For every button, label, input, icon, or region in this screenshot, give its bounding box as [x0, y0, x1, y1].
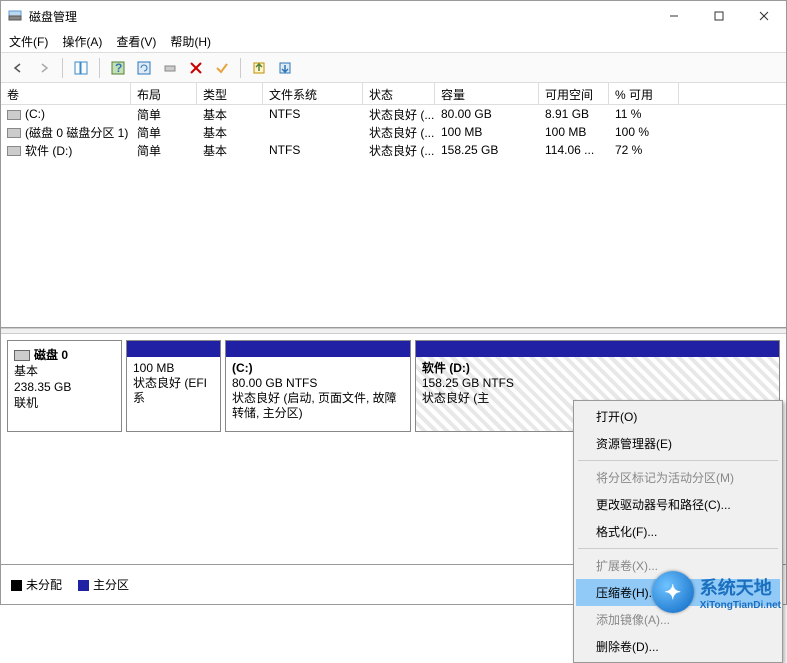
column-headers: 卷 布局 类型 文件系统 状态 容量 可用空间 % 可用: [1, 83, 786, 105]
cm-change-letter[interactable]: 更改驱动器号和路径(C)...: [576, 491, 780, 518]
col-status[interactable]: 状态: [363, 83, 435, 104]
disk-top-icon[interactable]: [248, 57, 270, 79]
cm-separator: [578, 460, 778, 461]
context-menu: 打开(O) 资源管理器(E) 将分区标记为活动分区(M) 更改驱动器号和路径(C…: [573, 400, 783, 663]
partition-bar: [127, 341, 220, 357]
volume-list: 卷 布局 类型 文件系统 状态 容量 可用空间 % 可用 (C:) 简单 基本 …: [1, 83, 786, 328]
minimize-button[interactable]: [651, 2, 696, 30]
svg-text:?: ?: [115, 61, 122, 75]
drive-icon: [7, 146, 21, 156]
legend-unallocated: 未分配: [11, 576, 62, 593]
apply-icon[interactable]: [211, 57, 233, 79]
volume-row[interactable]: 软件 (D:) 简单 基本 NTFS 状态良好 (... 158.25 GB 1…: [1, 141, 786, 159]
cm-open[interactable]: 打开(O): [576, 403, 780, 430]
disk-bottom-icon[interactable]: [274, 57, 296, 79]
settings-icon[interactable]: [159, 57, 181, 79]
window-title: 磁盘管理: [29, 8, 651, 25]
col-type[interactable]: 类型: [197, 83, 263, 104]
volume-row[interactable]: (磁盘 0 磁盘分区 1) 简单 基本 状态良好 (... 100 MB 100…: [1, 123, 786, 141]
maximize-button[interactable]: [696, 2, 741, 30]
col-free[interactable]: 可用空间: [539, 83, 609, 104]
disk-label[interactable]: 磁盘 0 基本 238.35 GB 联机: [7, 340, 122, 432]
forward-button[interactable]: [33, 57, 55, 79]
partition-c[interactable]: (C:) 80.00 GB NTFS 状态良好 (启动, 页面文件, 故障转储,…: [225, 340, 411, 432]
drive-icon: [7, 128, 21, 138]
col-capacity[interactable]: 容量: [435, 83, 539, 104]
delete-icon[interactable]: [185, 57, 207, 79]
partition-bar: [416, 341, 779, 357]
app-icon: [7, 8, 23, 24]
menu-file[interactable]: 文件(F): [9, 33, 48, 50]
view-layout-icon[interactable]: [70, 57, 92, 79]
partition-efi[interactable]: 100 MB 状态良好 (EFI 系: [126, 340, 221, 432]
menubar: 文件(F) 操作(A) 查看(V) 帮助(H): [1, 31, 786, 53]
cm-delete[interactable]: 删除卷(D)...: [576, 633, 780, 660]
cm-explorer[interactable]: 资源管理器(E): [576, 430, 780, 457]
back-button[interactable]: [7, 57, 29, 79]
cm-format[interactable]: 格式化(F)...: [576, 518, 780, 545]
partition-bar: [226, 341, 410, 357]
cm-separator: [578, 548, 778, 549]
help-icon[interactable]: ?: [107, 57, 129, 79]
legend-primary: 主分区: [78, 576, 129, 593]
drive-icon: [7, 110, 21, 120]
col-volume[interactable]: 卷: [1, 83, 131, 104]
close-button[interactable]: [741, 2, 786, 30]
col-layout[interactable]: 布局: [131, 83, 197, 104]
menu-help[interactable]: 帮助(H): [170, 33, 211, 50]
menu-action[interactable]: 操作(A): [62, 33, 102, 50]
disk-icon: [14, 350, 30, 361]
cm-mark-active: 将分区标记为活动分区(M): [576, 464, 780, 491]
titlebar: 磁盘管理: [1, 1, 786, 31]
col-filesystem[interactable]: 文件系统: [263, 83, 363, 104]
menu-view[interactable]: 查看(V): [116, 33, 156, 50]
watermark: ✦ 系统天地 XiTongTianDi.net: [652, 571, 781, 613]
toolbar: ?: [1, 53, 786, 83]
volume-row[interactable]: (C:) 简单 基本 NTFS 状态良好 (... 80.00 GB 8.91 …: [1, 105, 786, 123]
col-percent[interactable]: % 可用: [609, 83, 679, 104]
watermark-logo-icon: ✦: [652, 571, 694, 613]
refresh-icon[interactable]: [133, 57, 155, 79]
